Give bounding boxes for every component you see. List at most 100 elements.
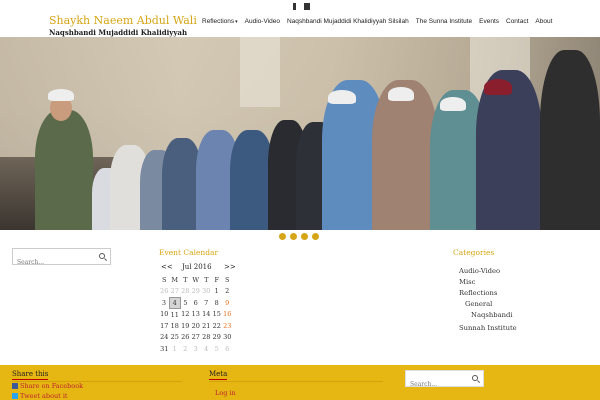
chevron-down-icon: ▾ (235, 19, 238, 25)
calendar-day[interactable]: 5 (180, 297, 191, 309)
slider-dot[interactable] (290, 233, 297, 240)
calendar-day[interactable]: 2 (222, 286, 233, 298)
calendar-day[interactable]: 15 (212, 309, 223, 321)
nav-item-silsilah[interactable]: Naqshbandi Mujaddidi Khalidiyyah Silsila… (287, 18, 409, 25)
category-link[interactable]: Sunnah Institute (459, 323, 517, 334)
calendar-day[interactable]: 20 (191, 320, 202, 332)
calendar-day: 2 (183, 344, 188, 353)
calendar-day[interactable]: 30 (222, 332, 233, 344)
categories-title: Categories (453, 248, 495, 257)
calendar-day[interactable]: 14 (201, 309, 212, 321)
calendar-day[interactable]: 28 (201, 332, 212, 344)
calendar-day: 30 (202, 287, 211, 296)
calendar-title: Event Calendar (159, 248, 219, 257)
hero-figure (540, 50, 600, 230)
calendar-day[interactable]: 3 (159, 297, 170, 309)
search-icon[interactable] (472, 375, 478, 381)
hero-figure-cap (48, 89, 74, 101)
calendar-next-button[interactable]: >> (224, 263, 236, 271)
calendar-day: 1 (172, 344, 177, 353)
hero-figure-cap (388, 87, 414, 101)
calendar-week-row: 24 25 26 27 28 29 30 (159, 332, 233, 344)
weekday-label: T (183, 275, 188, 284)
calendar-day[interactable]: 24 (159, 332, 170, 344)
calendar-day[interactable]: 23 (222, 320, 233, 332)
calendar-day[interactable]: 9 (222, 297, 233, 309)
calendar-prev-button[interactable]: << (161, 263, 173, 271)
slider-dot[interactable] (301, 233, 308, 240)
share-twitter-label: Tweet about it (20, 392, 68, 400)
facebook-icon (12, 383, 18, 389)
nav-item-contact[interactable]: Contact (506, 18, 528, 25)
weekday-label: S (225, 275, 230, 284)
nav-item-events[interactable]: Events (479, 18, 499, 25)
nav-item-label: Reflections (202, 18, 235, 25)
search-icon[interactable] (99, 253, 105, 259)
calendar-day[interactable]: 21 (201, 320, 212, 332)
footer-search (405, 370, 484, 392)
calendar-day[interactable]: 12 (180, 309, 191, 321)
weekday-label: W (192, 275, 200, 284)
calendar-day[interactable]: 26 (180, 332, 191, 344)
calendar-day-today[interactable]: 4 (169, 296, 181, 309)
calendar-day[interactable]: 1 (212, 286, 223, 298)
slider-dot[interactable] (312, 233, 319, 240)
hero-figure-cap (328, 90, 356, 104)
search-input[interactable] (13, 255, 93, 270)
weekday-label: T (204, 275, 209, 284)
nav-item-about[interactable]: About (535, 18, 552, 25)
calendar-day[interactable]: 13 (191, 309, 202, 321)
calendar-day[interactable]: 29 (212, 332, 223, 344)
twitter-icon (12, 393, 18, 399)
calendar-day[interactable]: 11 (170, 309, 181, 321)
categories-list: Audio-Video Misc Reflections General Naq… (459, 266, 517, 334)
slider-dot[interactable] (279, 233, 286, 240)
hero-slider-image[interactable] (0, 37, 600, 230)
hero-figure-cap (440, 97, 466, 111)
meta-title: Meta (209, 370, 228, 380)
category-link[interactable]: General (459, 299, 517, 310)
category-link[interactable]: Reflections (459, 288, 517, 299)
calendar-weekday-row: S M T W T F S (159, 274, 233, 286)
calendar-day[interactable]: 6 (191, 297, 202, 309)
site-title[interactable]: Shaykh Naeem Abdul Wali (49, 14, 197, 27)
facebook-icon[interactable] (293, 3, 296, 10)
calendar-day[interactable]: 18 (170, 320, 181, 332)
divider (209, 381, 383, 382)
footer-search-input[interactable] (406, 377, 466, 392)
share-title: Share this (12, 370, 49, 380)
calendar-day[interactable]: 27 (191, 332, 202, 344)
category-sublist: Naqshbandi (459, 310, 517, 321)
calendar-day[interactable]: 25 (170, 332, 181, 344)
calendar-day[interactable]: 31 (159, 343, 170, 355)
category-link[interactable]: Naqshbandi (465, 310, 517, 321)
share-facebook-link[interactable]: Share on Facebook (12, 382, 83, 390)
category-link[interactable]: Audio-Video (459, 266, 517, 277)
slider-dots (279, 233, 319, 240)
hero-window (240, 37, 280, 107)
calendar-day[interactable]: 8 (212, 297, 223, 309)
category-link[interactable]: Misc (459, 277, 517, 288)
nav-item-audio-video[interactable]: Audio-Video (245, 18, 280, 25)
calendar-month-label: Jul 2016 (182, 263, 212, 271)
youtube-icon[interactable] (304, 3, 310, 10)
hero-figure (35, 110, 93, 230)
share-twitter-link[interactable]: Tweet about it (12, 392, 68, 400)
social-links (293, 3, 310, 10)
login-link[interactable]: Log in (215, 389, 236, 397)
calendar-week-row: 26 27 28 29 30 1 2 (159, 286, 233, 298)
nav-item-sunna-institute[interactable]: The Sunna Institute (416, 18, 472, 25)
hero-figure-cap (484, 79, 512, 95)
calendar-day[interactable]: 19 (180, 320, 191, 332)
calendar-day[interactable]: 7 (201, 297, 212, 309)
nav-item-reflections[interactable]: Reflections▾ (202, 18, 238, 25)
calendar-day[interactable]: 16 (222, 309, 233, 321)
weekday-label: S (162, 275, 167, 284)
calendar-day[interactable]: 22 (212, 320, 223, 332)
site-tagline: Naqshbandi Mujaddidi Khalidiyyah (49, 28, 188, 37)
calendar-day[interactable]: 17 (159, 320, 170, 332)
hero-figure (372, 80, 438, 230)
calendar-week-row: 10 11 12 13 14 15 16 (159, 309, 233, 321)
weekday-label: M (171, 275, 179, 284)
calendar-day[interactable]: 10 (159, 309, 170, 321)
